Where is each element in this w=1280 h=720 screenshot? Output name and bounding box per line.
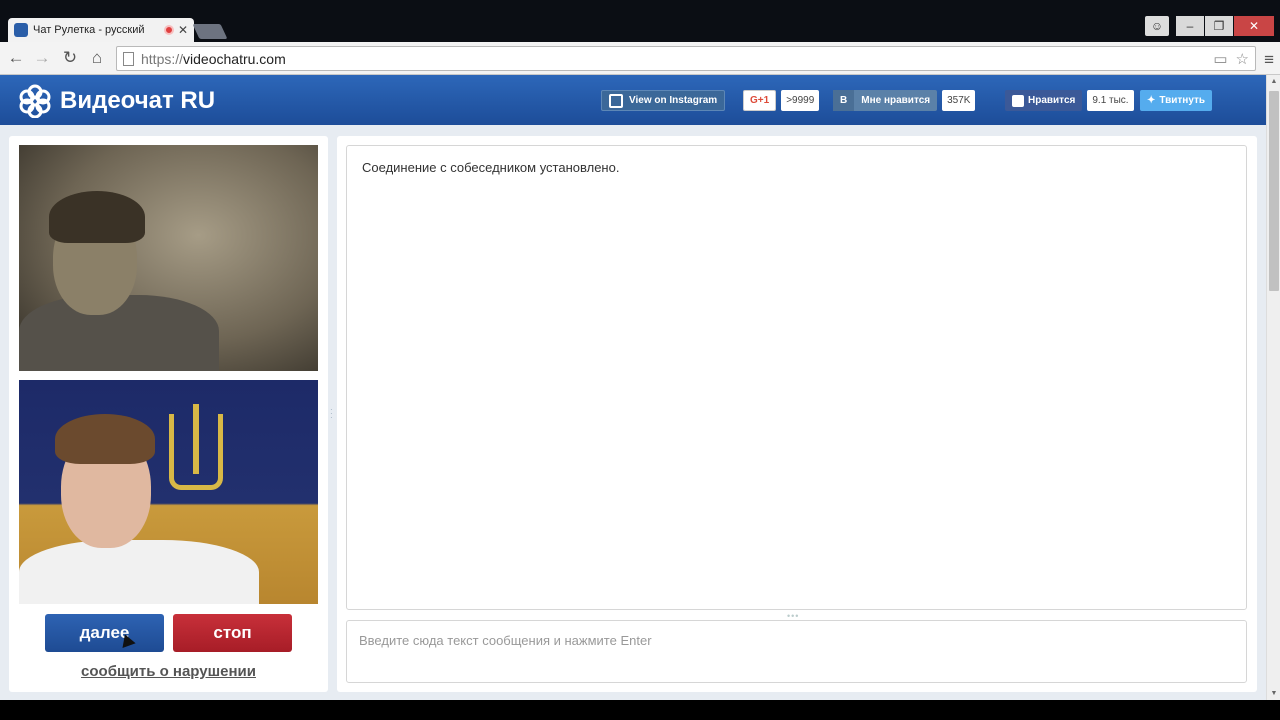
tab-title: Чат Рулетка - русский: [33, 24, 145, 36]
chat-log: Соединение с собеседником установлено.: [346, 145, 1247, 610]
tab-close-icon[interactable]: ✕: [178, 23, 188, 37]
system-message: Соединение с собеседником установлено.: [362, 160, 620, 175]
instagram-button[interactable]: View on Instagram: [601, 90, 726, 111]
vk-like-count: 357K: [942, 90, 976, 111]
twitter-bird-icon: ✦: [1147, 95, 1156, 106]
scroll-thumb[interactable]: [1269, 91, 1279, 291]
page-scrollbar[interactable]: ▲ ▼: [1266, 75, 1280, 700]
address-bar[interactable]: https://videochatru.com ▭ ☆: [116, 46, 1256, 71]
logo-flower-icon: [19, 84, 51, 118]
reload-icon[interactable]: ↻: [60, 48, 80, 68]
message-input[interactable]: [346, 620, 1247, 683]
window-controls: ☺ – ❐ ✕: [1145, 16, 1274, 36]
maximize-button[interactable]: ❐: [1205, 16, 1233, 36]
twitter-tweet-button[interactable]: ✦ Твитнуть: [1140, 90, 1213, 111]
panel-resize-handle[interactable]: · · ·: [330, 406, 334, 422]
site-favicon-icon: [14, 23, 28, 37]
instagram-icon: [609, 93, 623, 108]
user-profile-icon[interactable]: ☺: [1145, 16, 1169, 36]
scroll-down-icon[interactable]: ▼: [1267, 690, 1280, 697]
site-logo[interactable]: Видеочат RU: [18, 84, 215, 118]
next-button[interactable]: далее: [45, 614, 164, 652]
site-header: Видеочат RU View on Instagram G+1 >9999 …: [0, 75, 1266, 125]
local-video: [19, 380, 318, 604]
browser-titlebar: Чат Рулетка - русский ✕ ☺ – ❐ ✕: [0, 0, 1280, 42]
facebook-like-button[interactable]: Нравится 9.1 тыс.: [1005, 90, 1134, 111]
browser-menu-icon[interactable]: ≡: [1264, 50, 1274, 70]
recording-indicator-icon: [163, 25, 174, 35]
back-arrow-icon[interactable]: ←: [6, 48, 26, 68]
report-violation-link[interactable]: сообщить о нарушении: [9, 663, 328, 680]
minimize-button[interactable]: –: [1176, 16, 1204, 36]
vk-like-button[interactable]: В Мне нравится 357K: [833, 90, 976, 111]
gplus-icon: G+1: [743, 90, 777, 111]
chat-panel: Соединение с собеседником установлено. •…: [337, 136, 1257, 692]
facebook-like-count: 9.1 тыс.: [1087, 90, 1134, 111]
page: Видеочат RU View on Instagram G+1 >9999 …: [0, 75, 1266, 700]
logo-text: Видеочат RU: [60, 87, 216, 114]
vk-icon: В: [833, 90, 855, 111]
new-tab-button[interactable]: [192, 24, 228, 39]
page-icon: [123, 51, 134, 66]
forward-arrow-icon[interactable]: →: [32, 48, 52, 68]
url-text: https://videochatru.com: [141, 50, 286, 67]
facebook-icon: [1012, 94, 1024, 107]
browser-tab[interactable]: Чат Рулетка - русский ✕: [8, 18, 194, 42]
camera-permission-icon[interactable]: ▭: [1213, 50, 1227, 68]
trident-emblem-icon: [169, 404, 223, 490]
screen-bottom-bar: [0, 700, 1280, 720]
remote-video: [19, 145, 318, 371]
gplus-button[interactable]: G+1 >9999: [743, 90, 820, 111]
bookmark-star-icon[interactable]: ☆: [1236, 50, 1249, 68]
close-window-button[interactable]: ✕: [1234, 16, 1274, 36]
home-icon[interactable]: ⌂: [87, 48, 107, 68]
video-panel: далее стоп сообщить о нарушении: [9, 136, 328, 692]
browser-toolbar: ← → ↻ ⌂ https://videochatru.com ▭ ☆ ≡: [0, 42, 1280, 75]
scroll-up-icon[interactable]: ▲: [1267, 78, 1280, 85]
stop-button[interactable]: стоп: [173, 614, 292, 652]
gplus-count: >9999: [781, 90, 820, 111]
